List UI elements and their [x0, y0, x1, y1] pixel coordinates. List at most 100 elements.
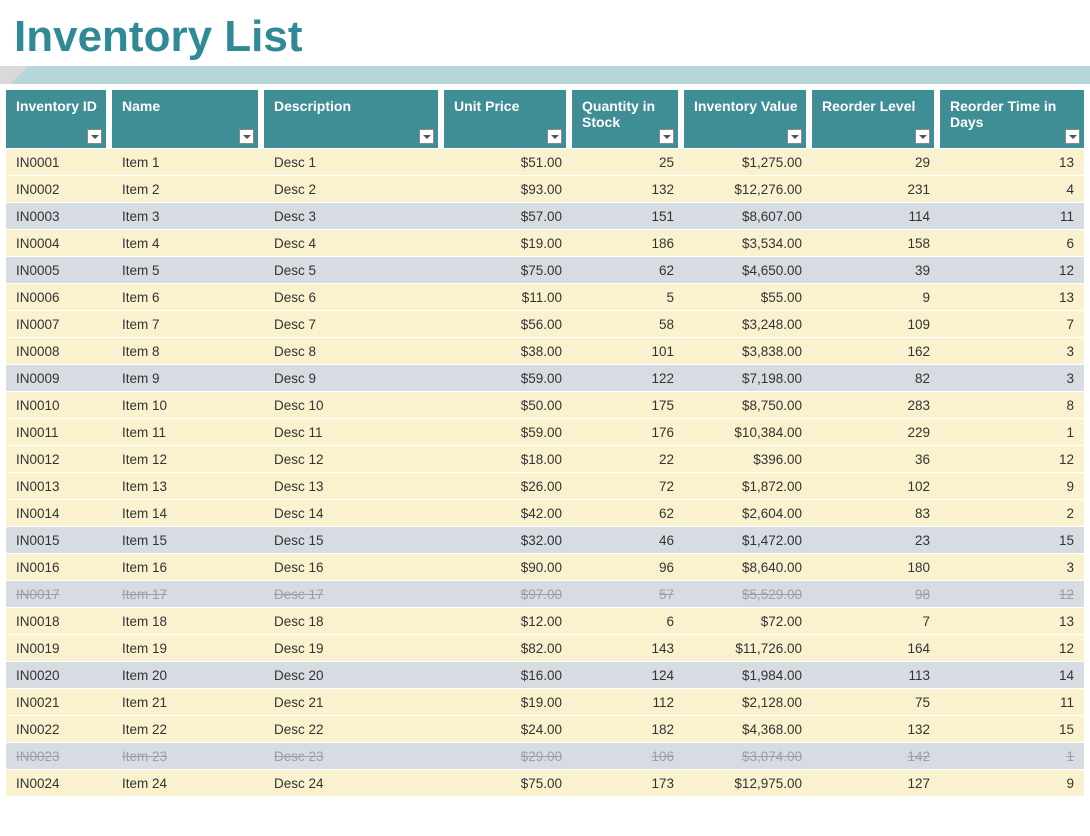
cell-name: Item 17: [112, 580, 264, 607]
cell-price: $19.00: [444, 229, 572, 256]
cell-value: $5,529.00: [684, 580, 812, 607]
column-header-label: Reorder Time in Days: [950, 98, 1056, 130]
cell-reorder: 180: [812, 553, 940, 580]
cell-days: 1: [940, 742, 1084, 769]
cell-value: $8,640.00: [684, 553, 812, 580]
cell-price: $11.00: [444, 283, 572, 310]
table-row[interactable]: IN0017Item 17Desc 17$97.0057$5,529.00981…: [6, 580, 1084, 607]
cell-id: IN0007: [6, 310, 112, 337]
cell-id: IN0001: [6, 148, 112, 175]
cell-reorder: 75: [812, 688, 940, 715]
cell-id: IN0004: [6, 229, 112, 256]
cell-reorder: 132: [812, 715, 940, 742]
filter-dropdown-icon[interactable]: [659, 129, 674, 144]
column-header-id[interactable]: Inventory ID: [6, 90, 112, 148]
column-header-label: Inventory Value: [694, 98, 797, 114]
cell-reorder: 283: [812, 391, 940, 418]
table-row[interactable]: IN0015Item 15Desc 15$32.0046$1,472.00231…: [6, 526, 1084, 553]
filter-dropdown-icon[interactable]: [419, 129, 434, 144]
filter-dropdown-icon[interactable]: [239, 129, 254, 144]
cell-value: $1,984.00: [684, 661, 812, 688]
table-row[interactable]: IN0018Item 18Desc 18$12.006$72.00713: [6, 607, 1084, 634]
column-header-label: Description: [274, 98, 351, 114]
cell-name: Item 10: [112, 391, 264, 418]
filter-dropdown-icon[interactable]: [87, 129, 102, 144]
column-header-label: Unit Price: [454, 98, 519, 114]
cell-reorder: 29: [812, 148, 940, 175]
table-row[interactable]: IN0023Item 23Desc 23$29.00106$3,074.0014…: [6, 742, 1084, 769]
cell-desc: Desc 15: [264, 526, 444, 553]
cell-desc: Desc 8: [264, 337, 444, 364]
cell-reorder: 158: [812, 229, 940, 256]
cell-value: $8,750.00: [684, 391, 812, 418]
table-row[interactable]: IN0020Item 20Desc 20$16.00124$1,984.0011…: [6, 661, 1084, 688]
cell-days: 1: [940, 418, 1084, 445]
cell-value: $8,607.00: [684, 202, 812, 229]
cell-id: IN0010: [6, 391, 112, 418]
cell-value: $3,074.00: [684, 742, 812, 769]
table-row[interactable]: IN0019Item 19Desc 19$82.00143$11,726.001…: [6, 634, 1084, 661]
column-header-qty[interactable]: Quantity in Stock: [572, 90, 684, 148]
column-header-name[interactable]: Name: [112, 90, 264, 148]
cell-value: $12,975.00: [684, 769, 812, 796]
table-row[interactable]: IN0022Item 22Desc 22$24.00182$4,368.0013…: [6, 715, 1084, 742]
cell-qty: 58: [572, 310, 684, 337]
filter-dropdown-icon[interactable]: [547, 129, 562, 144]
cell-reorder: 142: [812, 742, 940, 769]
header-row: Inventory ID Name Description Unit Price Qua…: [6, 90, 1084, 148]
cell-desc: Desc 1: [264, 148, 444, 175]
table-row[interactable]: IN0016Item 16Desc 16$90.0096$8,640.00180…: [6, 553, 1084, 580]
table-row[interactable]: IN0024Item 24Desc 24$75.00173$12,975.001…: [6, 769, 1084, 796]
column-header-days[interactable]: Reorder Time in Days: [940, 90, 1084, 148]
cell-qty: 106: [572, 742, 684, 769]
cell-days: 6: [940, 229, 1084, 256]
table-row[interactable]: IN0008Item 8Desc 8$38.00101$3,838.001623: [6, 337, 1084, 364]
cell-reorder: 23: [812, 526, 940, 553]
filter-dropdown-icon[interactable]: [787, 129, 802, 144]
cell-desc: Desc 23: [264, 742, 444, 769]
table-row[interactable]: IN0012Item 12Desc 12$18.0022$396.003612: [6, 445, 1084, 472]
table-row[interactable]: IN0010Item 10Desc 10$50.00175$8,750.0028…: [6, 391, 1084, 418]
table-row[interactable]: IN0006Item 6Desc 6$11.005$55.00913: [6, 283, 1084, 310]
column-header-value[interactable]: Inventory Value: [684, 90, 812, 148]
table-row[interactable]: IN0013Item 13Desc 13$26.0072$1,872.00102…: [6, 472, 1084, 499]
cell-name: Item 4: [112, 229, 264, 256]
cell-days: 4: [940, 175, 1084, 202]
cell-qty: 101: [572, 337, 684, 364]
cell-name: Item 5: [112, 256, 264, 283]
cell-price: $59.00: [444, 418, 572, 445]
column-header-desc[interactable]: Description: [264, 90, 444, 148]
column-header-reorder[interactable]: Reorder Level: [812, 90, 940, 148]
column-header-label: Quantity in Stock: [582, 98, 655, 130]
cell-reorder: 7: [812, 607, 940, 634]
cell-value: $3,248.00: [684, 310, 812, 337]
table-row[interactable]: IN0005Item 5Desc 5$75.0062$4,650.003912: [6, 256, 1084, 283]
cell-name: Item 13: [112, 472, 264, 499]
cell-qty: 124: [572, 661, 684, 688]
cell-id: IN0023: [6, 742, 112, 769]
table-row[interactable]: IN0003Item 3Desc 3$57.00151$8,607.001141…: [6, 202, 1084, 229]
filter-dropdown-icon[interactable]: [1065, 129, 1080, 144]
table-row[interactable]: IN0002Item 2Desc 2$93.00132$12,276.00231…: [6, 175, 1084, 202]
cell-qty: 46: [572, 526, 684, 553]
filter-dropdown-icon[interactable]: [915, 129, 930, 144]
table-row[interactable]: IN0001Item 1Desc 1$51.0025$1,275.002913: [6, 148, 1084, 175]
table-row[interactable]: IN0009Item 9Desc 9$59.00122$7,198.00823: [6, 364, 1084, 391]
table-row[interactable]: IN0021Item 21Desc 21$19.00112$2,128.0075…: [6, 688, 1084, 715]
table-row[interactable]: IN0011Item 11Desc 11$59.00176$10,384.002…: [6, 418, 1084, 445]
table-row[interactable]: IN0007Item 7Desc 7$56.0058$3,248.001097: [6, 310, 1084, 337]
cell-name: Item 8: [112, 337, 264, 364]
cell-days: 8: [940, 391, 1084, 418]
table-row[interactable]: IN0014Item 14Desc 14$42.0062$2,604.00832: [6, 499, 1084, 526]
cell-reorder: 109: [812, 310, 940, 337]
inventory-table: Inventory ID Name Description Unit Price Qua…: [6, 90, 1084, 796]
cell-name: Item 1: [112, 148, 264, 175]
cell-reorder: 82: [812, 364, 940, 391]
table-row[interactable]: IN0004Item 4Desc 4$19.00186$3,534.001586: [6, 229, 1084, 256]
cell-reorder: 98: [812, 580, 940, 607]
cell-name: Item 7: [112, 310, 264, 337]
column-header-price[interactable]: Unit Price: [444, 90, 572, 148]
cell-id: IN0019: [6, 634, 112, 661]
column-header-label: Inventory ID: [16, 98, 97, 114]
cell-value: $1,275.00: [684, 148, 812, 175]
